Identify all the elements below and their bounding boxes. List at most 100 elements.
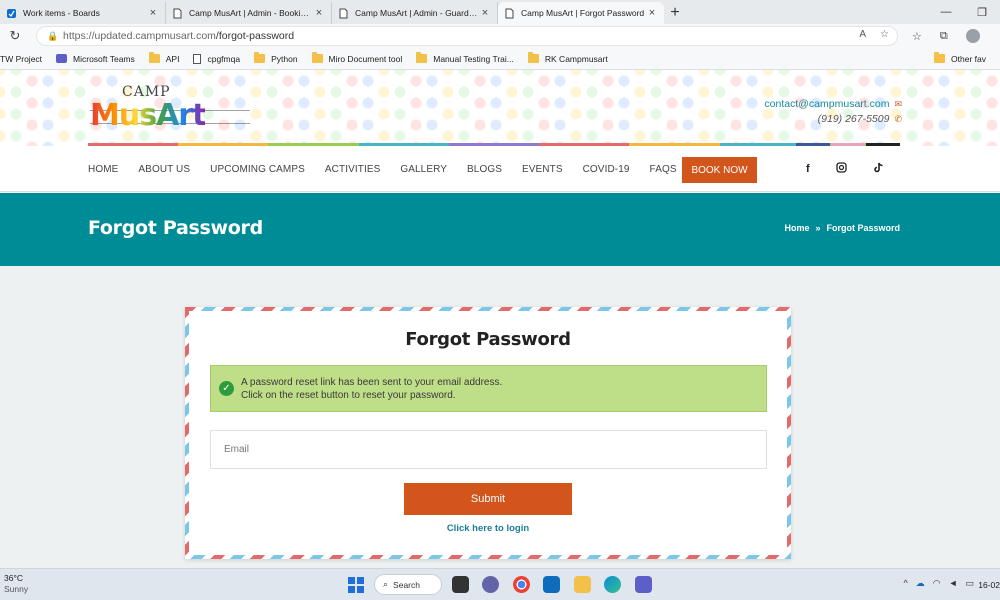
window-controls: — ❐: [928, 0, 1000, 24]
favorites-icon[interactable]: ☆: [912, 30, 922, 43]
bookmark-api[interactable]: API: [148, 52, 180, 64]
bookmark-rk-campmusart[interactable]: RK Campmusart: [527, 52, 608, 64]
bookmark-label: Miro Document tool: [328, 53, 403, 64]
bookmark-label: API: [165, 53, 180, 64]
reload-icon[interactable]: ↻: [0, 28, 30, 44]
search-label: Search: [393, 579, 420, 590]
facebook-icon[interactable]: f: [806, 163, 810, 175]
alert-line-1: A password reset link has been sent to y…: [241, 376, 503, 388]
email-field[interactable]: [210, 430, 767, 469]
folder-icon: [311, 52, 323, 63]
contact-phone[interactable]: (919) 267-5509: [818, 113, 890, 125]
bookmark-label: Manual Testing Trai...: [433, 53, 514, 64]
contact-email-link[interactable]: contact@campmusart.com: [764, 98, 889, 110]
close-icon[interactable]: ×: [147, 7, 159, 19]
logo-musart-text: MusArt: [90, 98, 206, 133]
contact-info: contact@campmusart.com ✉ (919) 267-5509 ✆: [764, 97, 902, 127]
main-nav: HOME ABOUT US UPCOMING CAMPS ACTIVITIES …: [0, 143, 1000, 192]
cloud-icon[interactable]: ☁: [916, 578, 925, 589]
bookmarks-bar: TW Project Microsoft Teams API cpgfmqa P…: [0, 48, 1000, 70]
envelope-icon: ✉: [894, 99, 902, 109]
minimize-icon[interactable]: —: [928, 0, 964, 24]
taskbar-search[interactable]: ⌕ Search: [374, 574, 442, 595]
file-explorer-icon[interactable]: [574, 576, 591, 593]
profile-avatar[interactable]: [965, 29, 980, 43]
teams-icon[interactable]: [635, 576, 652, 593]
collections-icon[interactable]: ⧉: [940, 30, 948, 43]
folder-icon: [527, 52, 539, 63]
battery-icon[interactable]: ▭: [965, 578, 974, 589]
tab-admin-guardians[interactable]: Camp MusArt | Admin - Guardians ×: [332, 2, 498, 24]
instagram-icon[interactable]: [836, 162, 847, 176]
nav-events[interactable]: EVENTS: [522, 164, 563, 175]
teams-icon: [56, 54, 68, 63]
book-now-button[interactable]: BOOK NOW: [682, 157, 757, 183]
page-title: Forgot Password: [88, 217, 263, 239]
bookmark-label: cpgfmqa: [207, 53, 241, 64]
alert-line-2: Click on the reset button to reset your …: [241, 389, 456, 401]
social-bar-blue: [796, 143, 830, 146]
read-aloud-icon[interactable]: A: [859, 29, 866, 40]
nav-about-us[interactable]: ABOUT US: [138, 164, 190, 175]
bookmark-label: Other fav: [951, 53, 986, 64]
url-host: https://updated.campmusart.com: [63, 30, 216, 42]
tab-title: Camp MusArt | Admin - Guardians: [355, 8, 479, 18]
clock[interactable]: 16-02: [978, 580, 1000, 590]
tab-work-items[interactable]: Work items - Boards ×: [0, 2, 166, 24]
weather-widget[interactable]: 36°C Sunny: [4, 573, 28, 595]
tiktok-icon[interactable]: [873, 162, 884, 176]
nav-covid-19[interactable]: COVID-19: [583, 164, 630, 175]
nav-blogs[interactable]: BLOGS: [467, 164, 502, 175]
browser-tab-strip: Work items - Boards × Camp MusArt | Admi…: [0, 0, 1000, 24]
system-tray: ^ ☁ ◠ ◄ ▭: [903, 578, 974, 589]
chevron-up-icon[interactable]: ^: [903, 578, 907, 589]
site-header: CAMP MusArt contact@campmusart.com ✉ (919…: [0, 70, 1000, 146]
new-tab-button[interactable]: +: [664, 2, 686, 24]
bookmark-other-favorites[interactable]: Other fav: [934, 52, 986, 64]
tab-admin-bookings[interactable]: Camp MusArt | Admin - Bookings ×: [166, 2, 332, 24]
check-circle-icon: ✓: [219, 381, 234, 396]
close-icon[interactable]: ×: [479, 7, 491, 19]
wifi-icon[interactable]: ◠: [933, 578, 941, 589]
submit-button[interactable]: Submit: [404, 483, 572, 515]
login-link[interactable]: Click here to login: [189, 523, 787, 534]
chrome-icon[interactable]: [513, 576, 530, 593]
bookmark-tw-project[interactable]: TW Project: [0, 54, 42, 64]
nav-home[interactable]: HOME: [88, 164, 118, 175]
close-icon[interactable]: ×: [313, 7, 325, 19]
lock-icon[interactable]: 🔒: [47, 31, 63, 42]
bookmark-label: Microsoft Teams: [73, 53, 135, 64]
bookmark-label: TW Project: [0, 53, 43, 64]
speaker-icon[interactable]: ◄: [949, 578, 958, 589]
restore-icon[interactable]: ❐: [964, 0, 1000, 24]
folder-icon: [148, 52, 160, 63]
breadcrumb-home[interactable]: Home: [784, 223, 809, 233]
nav-upcoming-camps[interactable]: UPCOMING CAMPS: [210, 164, 305, 175]
bookmark-label: Python: [271, 53, 298, 64]
tab-forgot-password[interactable]: Camp MusArt | Forgot Password ×: [498, 2, 664, 24]
bookmark-microsoft-teams[interactable]: Microsoft Teams: [56, 54, 135, 64]
nav-faqs[interactable]: FAQS: [650, 164, 677, 175]
page-icon: [172, 8, 183, 19]
bookmark-manual-testing[interactable]: Manual Testing Trai...: [416, 52, 514, 64]
social-links: f: [806, 146, 884, 192]
close-icon[interactable]: ×: [646, 7, 658, 19]
url-field[interactable]: 🔒 https://updated.campmusart.com/forgot-…: [36, 26, 898, 46]
bookmark-miro[interactable]: Miro Document tool: [311, 52, 403, 64]
task-view-icon[interactable]: [452, 576, 469, 593]
bookmark-cpgfmqa[interactable]: cpgfmqa: [193, 53, 241, 64]
bookmark-python[interactable]: Python: [254, 52, 298, 64]
start-button[interactable]: [348, 577, 364, 593]
forgot-password-card: Forgot Password ✓ A password reset link …: [185, 307, 791, 559]
page-icon: [504, 8, 515, 19]
site-logo[interactable]: CAMP MusArt: [90, 84, 250, 146]
nav-activities[interactable]: ACTIVITIES: [325, 164, 380, 175]
breadcrumb-current: Forgot Password: [826, 223, 900, 233]
temperature: 36°C: [4, 573, 23, 583]
add-favorite-icon[interactable]: ☆: [880, 29, 889, 40]
chat-icon[interactable]: [482, 576, 499, 593]
tab-title: Work items - Boards: [23, 8, 100, 18]
nav-gallery[interactable]: GALLERY: [400, 164, 447, 175]
edge-icon[interactable]: [604, 576, 621, 593]
mail-icon[interactable]: [543, 576, 560, 593]
